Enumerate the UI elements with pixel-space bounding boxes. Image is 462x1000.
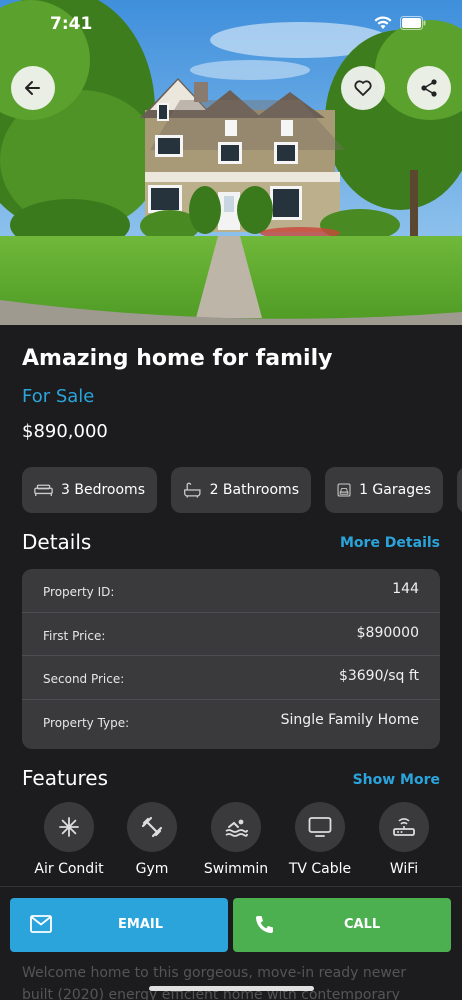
feature-label: Swimmin (203, 861, 269, 877)
bed-icon (34, 484, 53, 497)
detail-label: First Price: (43, 628, 106, 643)
favorite-button[interactable] (341, 66, 385, 110)
tv-icon (308, 817, 332, 837)
detail-row-second-price: Second Price: $3690/sq ft (22, 656, 440, 700)
call-button-label: CALL (344, 917, 381, 932)
detail-value: $3690/sq ft (338, 668, 419, 684)
feature-label: TV Cable (288, 861, 352, 877)
status-time: 7:41 (50, 14, 93, 34)
home-indicator[interactable] (149, 986, 314, 991)
detail-row-first-price: First Price: $890000 (22, 613, 440, 656)
feature-icon-circle (127, 802, 177, 852)
feature-icon-circle (44, 802, 94, 852)
listing-status: For Sale (22, 386, 95, 407)
status-bar: 7:41 (0, 14, 462, 38)
show-more-link[interactable]: Show More (353, 772, 440, 788)
chip-garages: 1 Garages (325, 467, 443, 513)
more-details-link[interactable]: More Details (340, 535, 440, 551)
dumbbell-icon (141, 816, 163, 838)
email-button-label: EMAIL (118, 917, 163, 932)
chip-bathrooms: 2 Bathrooms (171, 467, 311, 513)
wifi-router-icon (393, 818, 415, 836)
amenity-chips[interactable]: 3 Bedrooms 2 Bathrooms 1 Garages (22, 467, 462, 513)
feature-label: Air Condit (34, 861, 104, 877)
battery-icon (400, 16, 426, 30)
call-button[interactable]: CALL (233, 898, 451, 952)
feature-gym[interactable]: Gym (110, 802, 194, 877)
features-heading: Features (22, 766, 108, 790)
property-description: Welcome home to this gorgeous, move-in r… (22, 965, 407, 1000)
detail-value: 144 (392, 581, 419, 597)
garage-icon (337, 483, 351, 497)
detail-label: Property ID: (43, 585, 115, 599)
chip-label: 3 Bedrooms (61, 482, 145, 498)
share-icon (421, 79, 437, 97)
chip-label: 2 Bathrooms (209, 482, 299, 498)
detail-label: Property Type: (43, 715, 130, 730)
feature-icon-circle (211, 802, 261, 852)
features-list: Air Condit Gym Swimmin TV Cable WiFi (22, 802, 440, 882)
feature-label: WiFi (389, 861, 419, 877)
heart-icon (354, 80, 372, 96)
feature-icon-circle (295, 802, 345, 852)
feature-swimming[interactable]: Swimmin (194, 802, 278, 877)
share-button[interactable] (407, 66, 451, 110)
feature-air-conditioning[interactable]: Air Condit (27, 802, 111, 877)
details-heading: Details (22, 530, 92, 554)
chip-more (457, 467, 462, 513)
property-photo (0, 0, 462, 325)
feature-label: Gym (135, 861, 169, 877)
email-button[interactable]: EMAIL (10, 898, 228, 952)
swimming-icon (225, 819, 248, 837)
arrow-left-icon (25, 81, 40, 95)
status-icons (374, 16, 426, 30)
wifi-signal-icon (374, 16, 392, 29)
detail-row-property-type: Property Type: Single Family Home (22, 700, 440, 744)
chip-label: 1 Garages (359, 482, 431, 498)
chip-bedrooms: 3 Bedrooms (22, 467, 157, 513)
details-card: Property ID: 144 First Price: $890000 Se… (22, 569, 440, 749)
feature-icon-circle (379, 802, 429, 852)
back-button[interactable] (11, 66, 55, 110)
mail-icon (30, 915, 52, 933)
phone-icon (256, 916, 273, 933)
detail-row-property-id: Property ID: 144 (22, 569, 440, 613)
property-price: $890,000 (22, 421, 108, 442)
feature-tv-cable[interactable]: TV Cable (278, 802, 362, 877)
detail-value: Single Family Home (280, 711, 419, 728)
property-title: Amazing home for family (22, 346, 333, 371)
bathtub-icon (184, 482, 201, 498)
snowflake-icon (59, 817, 79, 837)
detail-label: Second Price: (43, 672, 125, 686)
detail-value: $890000 (356, 624, 419, 641)
feature-wifi[interactable]: WiFi (362, 802, 446, 877)
